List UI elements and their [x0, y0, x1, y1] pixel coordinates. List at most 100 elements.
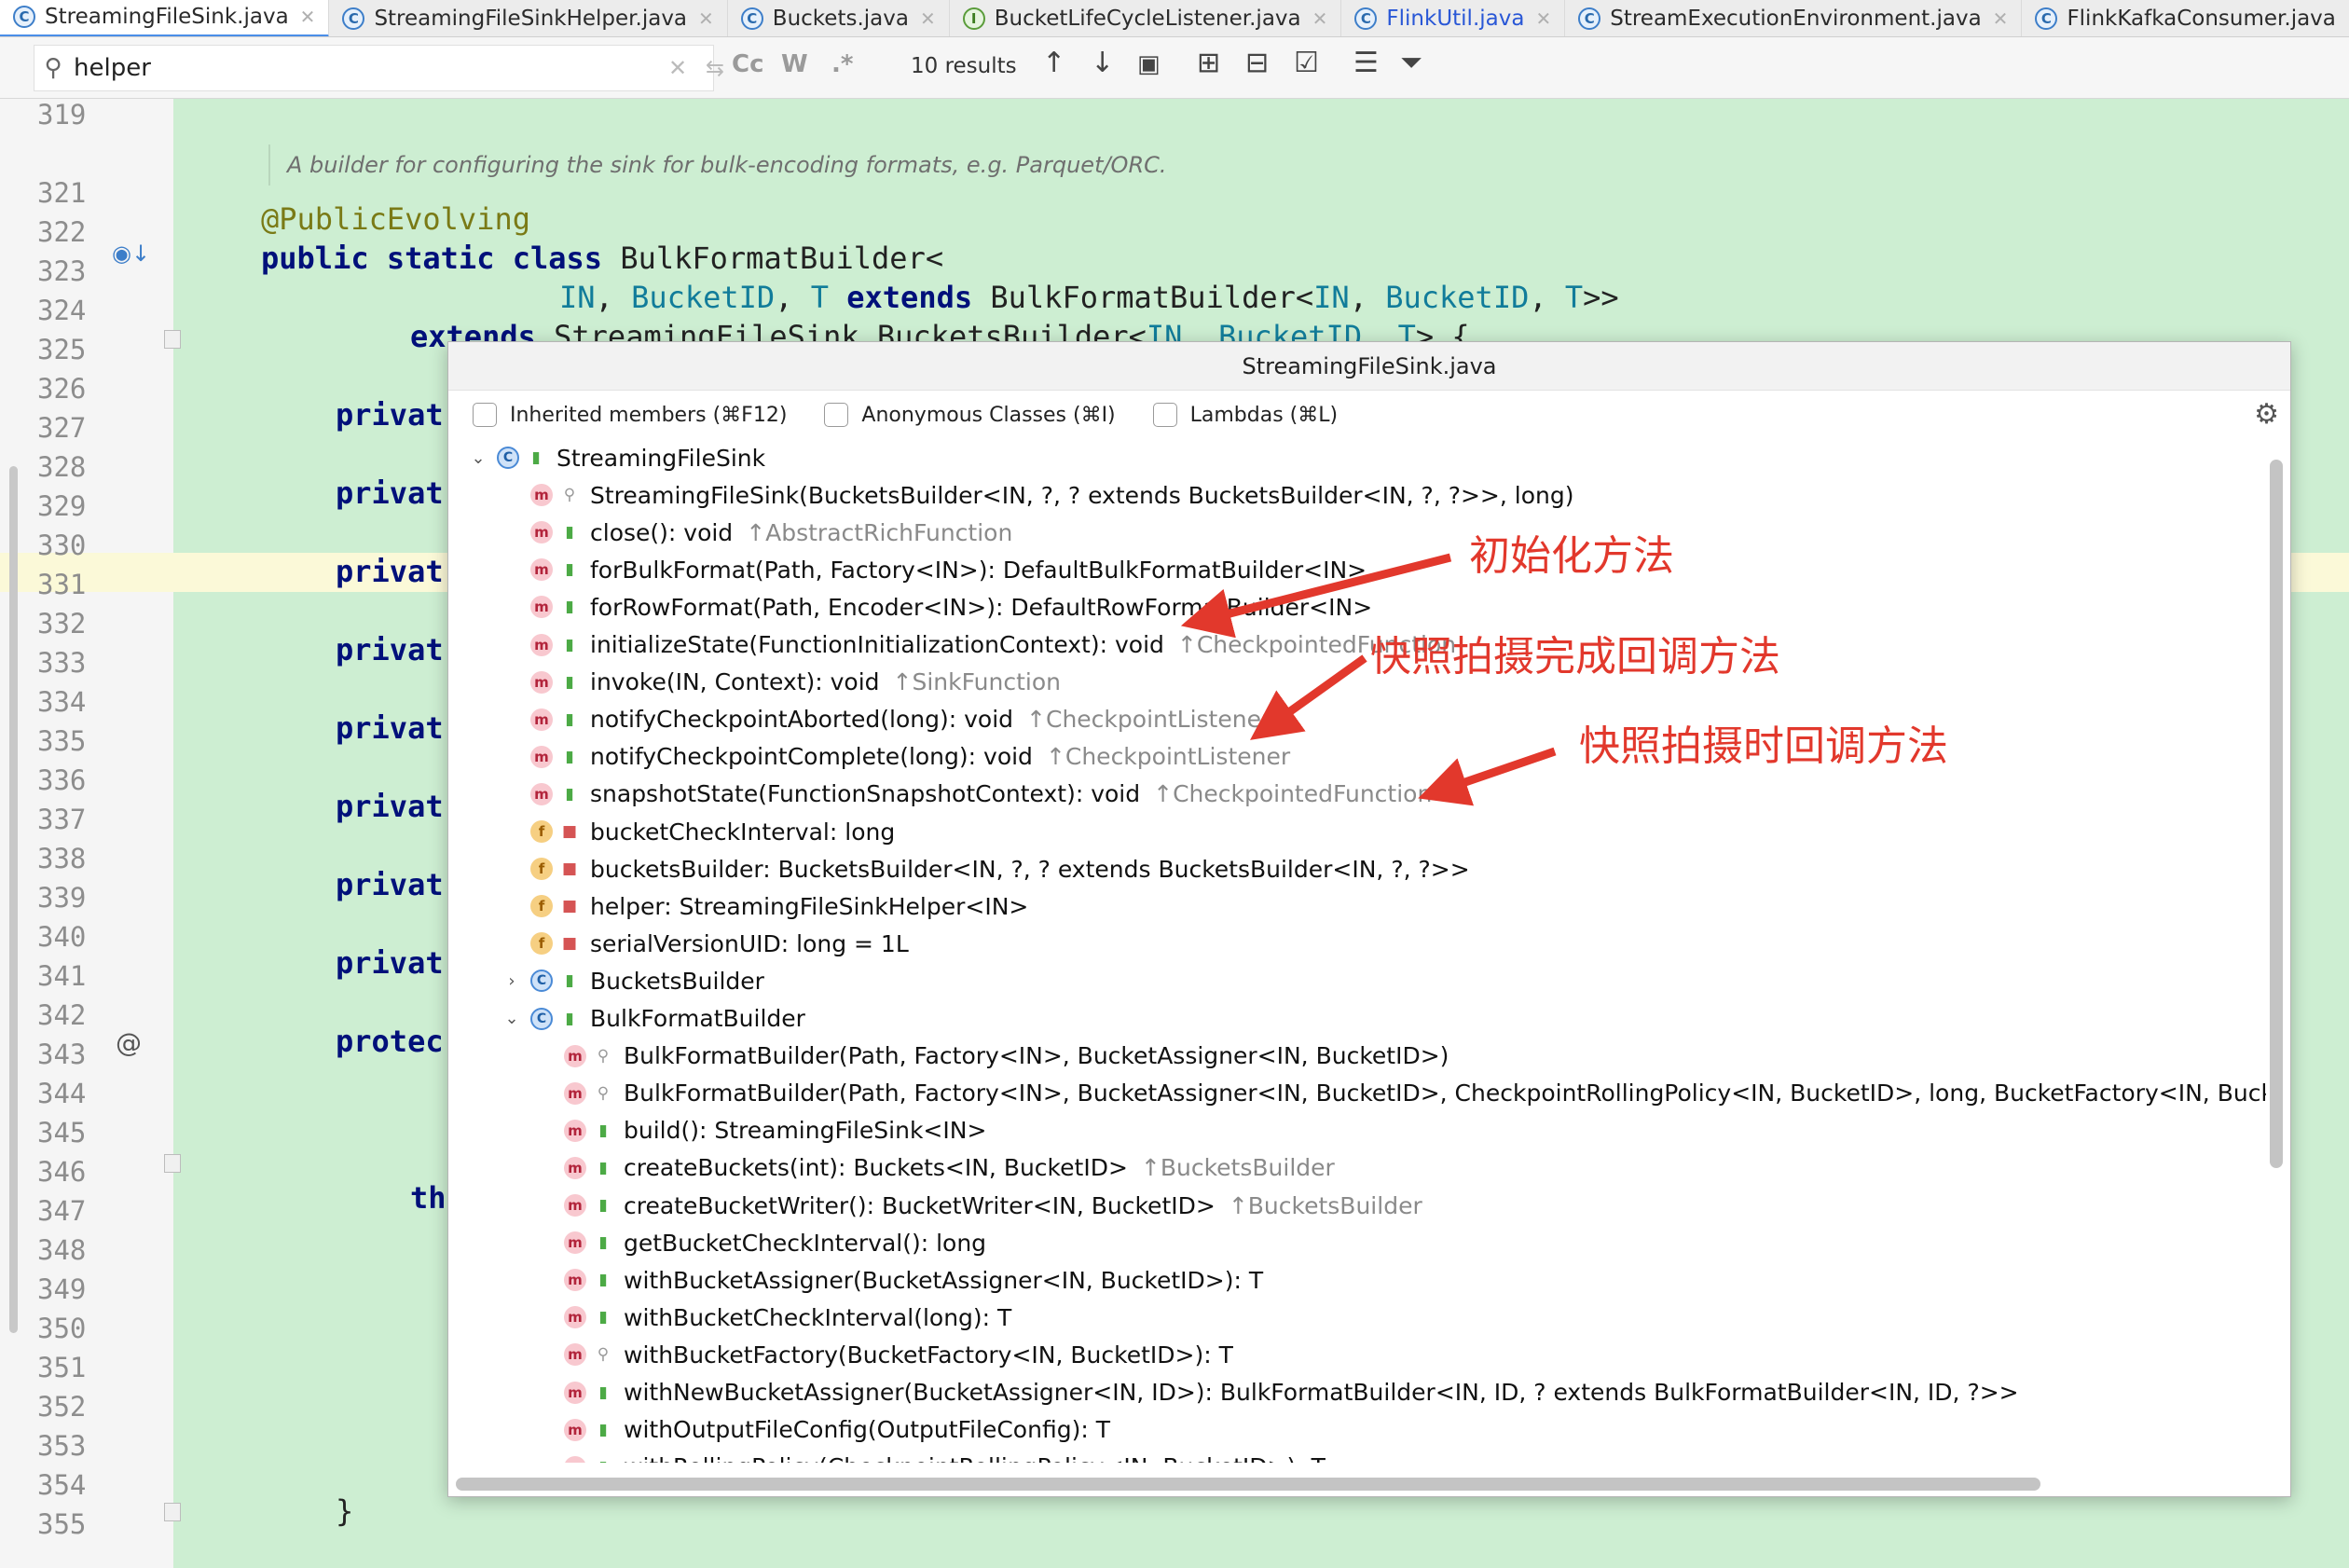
tree-item[interactable]: m ▮ forRowFormat(Path, Encoder<IN>): Defau… [501, 588, 1372, 626]
gear-icon[interactable]: ⚙ [2254, 398, 2279, 431]
tree-item[interactable]: f ■ serialVersionUID: long = 1L [501, 925, 909, 962]
filter-icon[interactable]: ⏷ [1400, 47, 1422, 79]
fold-marker[interactable] [164, 330, 181, 349]
tree-item[interactable]: m ▮ withRollingPolicy(CheckpointRollingPol… [534, 1449, 1326, 1463]
tab-6[interactable]: CFlinkKafkaConsumer.java✕ [2022, 0, 2349, 36]
class-file-icon: C [13, 6, 35, 28]
tree-item[interactable]: m ▮ initializeState(FunctionInitialization… [501, 626, 1456, 664]
member-signature: withOutputFileConfig(OutputFileConfig): … [624, 1416, 1110, 1444]
clear-search-icon[interactable]: ✕ [668, 55, 687, 81]
tree-item[interactable]: f ■ bucketsBuilder: BucketsBuilder<IN, ?, … [501, 850, 1470, 887]
tab-2[interactable]: C Buckets.java ✕ [728, 0, 950, 36]
collapse-icon[interactable]: ⌄ [501, 1009, 523, 1028]
fold-marker[interactable] [164, 1154, 181, 1173]
public-icon: ▮ [598, 1233, 608, 1253]
member-signature: createBucketWriter(): BucketWriter<IN, B… [624, 1191, 1216, 1219]
tree-item[interactable]: m ⚲ StreamingFileSink(BucketsBuilder<IN, ?… [501, 476, 1573, 514]
member-signature: StreamingFileSink(BucketsBuilder<IN, ?, … [590, 481, 1574, 509]
search-history-icon[interactable]: ⇆ [706, 55, 724, 81]
filter-lines-icon[interactable]: ☰ [1353, 47, 1379, 79]
line-number: 333 [37, 647, 87, 679]
close-tab-icon[interactable]: ✕ [920, 7, 936, 30]
line-number: 338 [37, 843, 87, 874]
fold-marker[interactable] [164, 1503, 181, 1521]
tree-item[interactable]: m ⚲ BulkFormatBuilder(Path, Factory<IN>, B… [534, 1038, 1449, 1075]
tree-item[interactable]: m ⚲ withBucketFactory(BucketFactory<IN, Bu… [534, 1336, 1233, 1373]
tab-label: FlinkUtil.java [1386, 6, 1525, 31]
inherited-members-checkbox[interactable]: Inherited members (⌘F12) [473, 403, 787, 427]
close-tab-icon[interactable]: ✕ [1312, 7, 1328, 30]
collapse-icon[interactable]: ⌄ [467, 448, 489, 468]
tab-3[interactable]: I BucketLifeCycleListener.java ✕ [950, 0, 1342, 36]
close-tab-icon[interactable]: ✕ [698, 7, 714, 30]
tab-5[interactable]: C StreamExecutionEnvironment.java ✕ [1565, 0, 2023, 36]
previous-occurrence-icon[interactable]: ↑ [1042, 47, 1065, 79]
method-icon: m [564, 1194, 586, 1217]
lambdas-checkbox[interactable]: Lambdas (⌘L) [1152, 403, 1338, 427]
regex-toggle[interactable]: .* [831, 50, 853, 78]
select-all-occurrences-icon[interactable]: ▣ [1137, 50, 1161, 78]
left-panel-scrollbar[interactable] [9, 466, 18, 1333]
toggle-selection-icon[interactable]: ☑ [1294, 47, 1319, 79]
override-icon[interactable]: @ [116, 1027, 142, 1058]
close-tab-icon[interactable]: ✕ [300, 6, 316, 28]
tab-label: BucketLifeCycleListener.java [994, 6, 1301, 31]
package-private-icon: ⚲ [563, 486, 576, 505]
tree-item[interactable]: m ▮ invoke(IN, Context): void ↑SinkFunction [501, 664, 1061, 701]
tab-0[interactable]: C StreamingFileSink.java ✕ [0, 0, 330, 36]
tree-item[interactable]: m ▮ withBucketCheckInterval(long): T [534, 1299, 1011, 1336]
next-occurrence-icon[interactable]: ↓ [1091, 47, 1114, 79]
close-tab-icon[interactable]: ✕ [1993, 7, 2009, 30]
whole-words-toggle[interactable]: W [781, 50, 808, 78]
tree-item[interactable]: m ▮ getBucketCheckInterval(): long [534, 1224, 986, 1261]
tree-item[interactable]: ⌄ C ▮ StreamingFileSink [467, 439, 765, 476]
vertical-scrollbar[interactable] [2270, 460, 2283, 1168]
tree-item[interactable]: › C ▮ BucketsBuilder [501, 962, 764, 999]
tab-1[interactable]: C StreamingFileSinkHelper.java ✕ [329, 0, 728, 36]
tree-item[interactable]: m ▮ forBulkFormat(Path, Factory<IN>): Defa… [501, 551, 1367, 588]
member-signature: BulkFormatBuilder(Path, Factory<IN>, Buc… [624, 1080, 2266, 1107]
tree-item[interactable]: m ⚲ BulkFormatBuilder(Path, Factory<IN>, B… [534, 1075, 2266, 1112]
class-icon: C [530, 970, 553, 993]
tree-item[interactable]: m ▮ withBucketAssigner(BucketAssigner<IN, … [534, 1261, 1263, 1299]
tree-item[interactable]: ⌄ C ▮ BulkFormatBuilder [501, 1000, 804, 1038]
tree-item[interactable]: m ▮ withNewBucketAssigner(BucketAssigner<I… [534, 1374, 2019, 1411]
private-lock-icon: ■ [561, 822, 578, 841]
private-lock-icon: ■ [561, 860, 578, 879]
add-selection-icon[interactable]: ⊞ [1197, 47, 1220, 79]
line-number: 350 [37, 1313, 87, 1344]
method-icon: m [564, 1269, 586, 1292]
tree-item[interactable]: m ▮ snapshotState(FunctionSnapshotContext)… [501, 776, 1432, 813]
tree-item[interactable]: m ▮ notifyCheckpointComplete(long): void ↑C… [501, 738, 1290, 776]
tree-item[interactable]: f ■ bucketCheckInterval: long [501, 813, 895, 850]
line-number: 331 [37, 569, 87, 600]
implemented-icon[interactable]: ◉↓ [112, 241, 150, 267]
tab-4[interactable]: C FlinkUtil.java ✕ [1341, 0, 1566, 36]
search-icon[interactable]: ⚲ [34, 54, 72, 82]
line-number: 340 [37, 921, 87, 953]
package-private-icon: ⚲ [597, 1083, 610, 1103]
anonymous-classes-checkbox[interactable]: Anonymous Classes (⌘I) [824, 403, 1116, 427]
public-icon: ▮ [565, 672, 574, 692]
public-icon: ▮ [565, 709, 574, 729]
tree-item[interactable]: m ▮ close(): void ↑AbstractRichFunction [501, 514, 1012, 551]
search-input[interactable] [72, 53, 612, 83]
expand-icon[interactable]: › [501, 971, 523, 991]
line-number: 342 [37, 999, 87, 1031]
field-icon: f [530, 895, 553, 918]
match-case-toggle[interactable]: Cc [732, 50, 764, 78]
tree-item[interactable]: m ▮ build(): StreamingFileSink<IN> [534, 1112, 986, 1149]
tree-item[interactable]: m ▮ withOutputFileConfig(OutputFileConfig)… [534, 1411, 1110, 1449]
method-icon: m [530, 782, 553, 805]
line-number: 347 [37, 1195, 87, 1227]
tree-item[interactable]: m ▮ createBuckets(int): Buckets<IN, Bucket… [534, 1149, 1335, 1187]
inherited-from: ↑CheckpointListener [1045, 743, 1291, 771]
tree-item[interactable]: f ■ helper: StreamingFileSinkHelper<IN> [501, 887, 1028, 925]
closing-brace: } [336, 1493, 354, 1529]
tree-item[interactable]: m ▮ notifyCheckpointAborted(long): void ↑Ch… [501, 701, 1271, 738]
tree-item[interactable]: m ▮ createBucketWriter(): BucketWriter<IN,… [534, 1187, 1422, 1224]
method-icon: m [530, 596, 553, 619]
remove-selection-icon[interactable]: ⊟ [1245, 47, 1269, 79]
close-tab-icon[interactable]: ✕ [1535, 7, 1551, 30]
horizontal-scrollbar[interactable] [456, 1478, 2040, 1491]
